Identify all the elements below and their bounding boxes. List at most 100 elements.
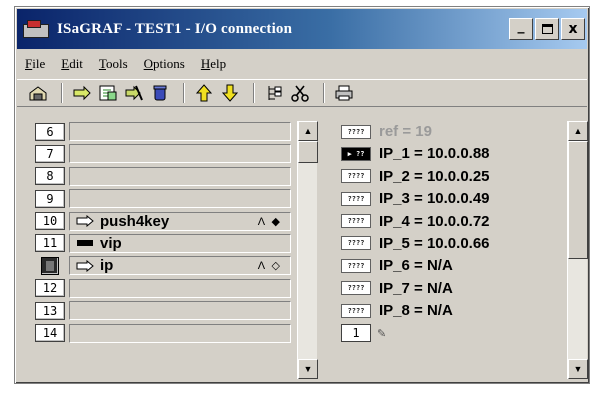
toolbar-separator: [253, 83, 255, 103]
scroll-down-button[interactable]: ▼: [568, 359, 588, 379]
slot-row[interactable]: 12: [23, 278, 293, 299]
variable-row[interactable]: ???? IP_4 = 10.0.0.72: [341, 211, 571, 232]
up-triangle-icon: ▲: [573, 126, 583, 136]
down-triangle-icon: ▼: [573, 364, 583, 374]
slot-device[interactable]: ip Λ ◇: [69, 256, 291, 276]
toolbar-separator: [323, 83, 325, 103]
slot-number[interactable]: 6: [35, 122, 65, 141]
device-name: push4key: [100, 212, 170, 230]
slot-device[interactable]: vip: [69, 233, 291, 253]
print-icon[interactable]: [333, 82, 355, 104]
toolbar: [17, 79, 587, 107]
variable-label: IP_4 = 10.0.0.72: [379, 212, 490, 230]
menu-edit[interactable]: Edit: [53, 56, 91, 72]
minimize-button[interactable]: _: [509, 18, 533, 40]
variable-type-badge: ????: [341, 258, 371, 273]
delete-icon[interactable]: [149, 82, 171, 104]
slot-number[interactable]: 8: [35, 167, 65, 186]
variable-type-badge: ▶ ??: [341, 146, 371, 161]
slot-device[interactable]: [69, 323, 291, 343]
minimize-icon: _: [517, 18, 525, 34]
variable-type-badge: ????: [341, 169, 371, 184]
variable-row[interactable]: ???? IP_5 = 10.0.0.66: [341, 233, 571, 254]
slot-row[interactable]: 8: [23, 166, 293, 187]
variable-type-badge: ????: [341, 214, 371, 229]
up-arrow-icon[interactable]: [193, 82, 215, 104]
slot-row-selected[interactable]: ip Λ ◇: [23, 255, 293, 276]
slot-row[interactable]: 14: [23, 323, 293, 344]
board-icon[interactable]: [27, 82, 49, 104]
slot-number[interactable]: 9: [35, 189, 65, 208]
scroll-thumb[interactable]: [298, 141, 318, 163]
slot-number[interactable]: 11: [35, 234, 65, 253]
connect-icon[interactable]: [71, 82, 93, 104]
slot-row[interactable]: 6: [23, 121, 293, 142]
scroll-down-button[interactable]: ▼: [298, 359, 318, 379]
slot-number[interactable]: 10: [35, 212, 65, 231]
variable-scrollbar[interactable]: ▲ ▼: [567, 121, 588, 379]
variable-row[interactable]: ???? IP_8 = N/A: [341, 300, 571, 321]
title-bar[interactable]: ISaGRAF - TEST1 - I/O connection _ x: [17, 9, 587, 49]
variable-label: ref = 19: [379, 123, 432, 140]
device-name: ip: [100, 257, 114, 275]
maximize-icon: [541, 24, 553, 34]
slot-device[interactable]: [69, 278, 291, 298]
slot-row[interactable]: 11 vip: [23, 233, 293, 254]
menu-tools[interactable]: Tools: [91, 56, 136, 72]
input-board-icon: [76, 259, 94, 272]
device-tags: Λ ◆: [257, 215, 282, 228]
menu-help[interactable]: Help: [193, 56, 234, 72]
slot-number[interactable]: 13: [35, 301, 65, 320]
slot-number[interactable]: 14: [35, 324, 65, 343]
menu-options[interactable]: Options: [136, 56, 193, 72]
variable-row[interactable]: ???? IP_2 = 10.0.0.25: [341, 166, 571, 187]
variable-row[interactable]: ???? ref = 19: [341, 121, 571, 142]
slot-device[interactable]: [69, 189, 291, 209]
variable-list: ???? ref = 19 ▶ ?? IP_1 = 10.0.0.88 ????…: [341, 121, 571, 379]
variable-board-icon: [76, 237, 94, 249]
variable-label: IP_7 = N/A: [379, 279, 453, 297]
slot-list: 6 7 8 9 10 push4key Λ ◆ 11 vip ip Λ ◇ 12…: [23, 121, 293, 379]
maximize-button[interactable]: [535, 18, 559, 40]
channel-row: 1 ✎: [341, 323, 571, 344]
close-button[interactable]: x: [561, 18, 585, 40]
variable-type-badge: ????: [341, 303, 371, 318]
io-connection-window: ISaGRAF - TEST1 - I/O connection _ x Fil…: [14, 6, 590, 384]
slot-row[interactable]: 10 push4key Λ ◆: [23, 211, 293, 232]
list-icon[interactable]: [97, 82, 119, 104]
slot-device[interactable]: push4key Λ ◆: [69, 211, 291, 231]
variable-type-badge: ????: [341, 281, 371, 296]
slot-device[interactable]: [69, 144, 291, 164]
tree-icon[interactable]: [263, 82, 285, 104]
slot-number[interactable]: 12: [35, 279, 65, 298]
slot-device[interactable]: [69, 122, 291, 141]
cut-icon[interactable]: [289, 82, 311, 104]
channel-number[interactable]: 1: [341, 324, 371, 343]
selected-slot-marker[interactable]: [41, 256, 59, 275]
app-icon[interactable]: [23, 20, 49, 38]
menu-file[interactable]: File: [17, 56, 53, 72]
menu-bar: File Edit Tools Options Help: [17, 52, 587, 76]
variable-type-badge: ????: [341, 124, 371, 139]
variable-label: IP_1 = 10.0.0.88: [379, 145, 490, 163]
slot-device[interactable]: [69, 301, 291, 321]
variable-row-selected[interactable]: ▶ ?? IP_1 = 10.0.0.88: [341, 143, 571, 164]
down-triangle-icon: ▼: [303, 364, 313, 374]
variable-row[interactable]: ???? IP_3 = 10.0.0.49: [341, 188, 571, 209]
variable-row[interactable]: ???? IP_7 = N/A: [341, 278, 571, 299]
scroll-up-button[interactable]: ▲: [298, 121, 318, 141]
slot-row[interactable]: 7: [23, 143, 293, 164]
disconnect-icon[interactable]: [123, 82, 145, 104]
variable-type-badge: ????: [341, 236, 371, 251]
slot-row[interactable]: 13: [23, 300, 293, 321]
down-arrow-icon[interactable]: [219, 82, 241, 104]
pencil-icon[interactable]: ✎: [377, 327, 386, 340]
slot-number[interactable]: 7: [35, 144, 65, 163]
input-board-icon: [76, 215, 94, 228]
scroll-thumb[interactable]: [568, 141, 588, 259]
scroll-up-button[interactable]: ▲: [568, 121, 588, 141]
variable-row[interactable]: ???? IP_6 = N/A: [341, 255, 571, 276]
slot-scrollbar[interactable]: ▲ ▼: [297, 121, 318, 379]
slot-row[interactable]: 9: [23, 188, 293, 209]
slot-device[interactable]: [69, 166, 291, 186]
